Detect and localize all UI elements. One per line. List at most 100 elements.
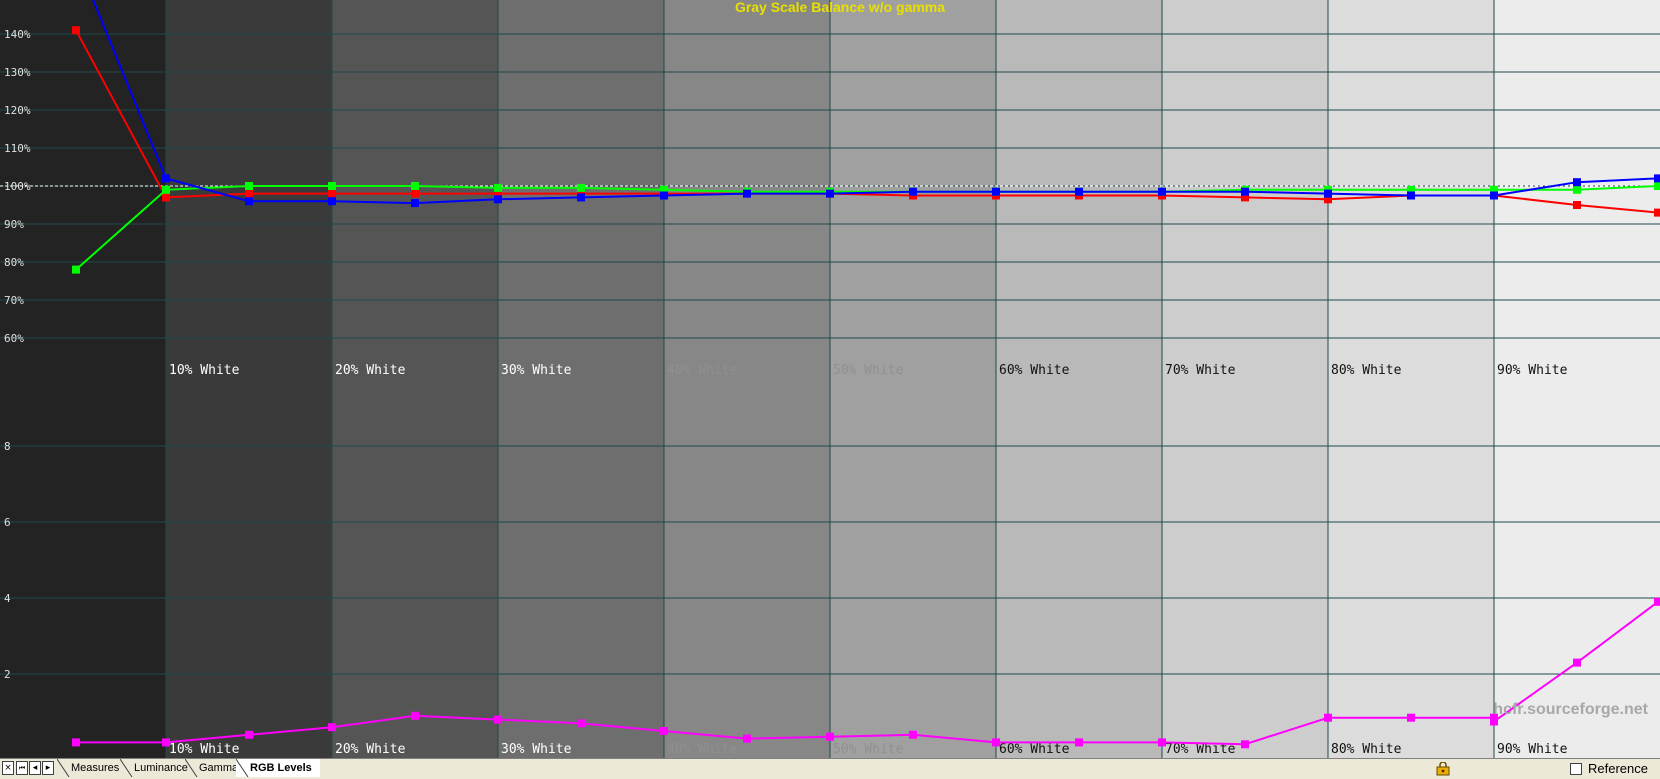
y-tick-label: 8 — [4, 440, 11, 453]
y-tick-label: 100% — [4, 180, 31, 193]
gray-band — [498, 0, 665, 758]
data-point — [72, 265, 80, 274]
data-point — [72, 738, 80, 747]
data-point — [72, 26, 80, 35]
data-point — [577, 719, 585, 728]
lower-x-axis: 10% White 20% White 30% White 40% White 50% … — [169, 742, 1568, 757]
x-tick-label: 30% White — [501, 742, 572, 757]
upper-x-axis: 10% White 20% White 30% White 40% White 50% … — [169, 363, 1568, 378]
next-page-icon[interactable]: ▸ — [42, 761, 54, 775]
x-tick-label: 30% White — [501, 363, 572, 378]
y-tick-label: 4 — [4, 592, 11, 605]
data-point — [494, 715, 502, 724]
data-point — [1573, 185, 1581, 194]
tab-edge — [236, 759, 249, 777]
data-point — [1573, 201, 1581, 209]
data-point — [411, 199, 419, 208]
x-tick-label: 70% White — [1165, 363, 1236, 378]
data-point — [992, 187, 1000, 196]
x-tick-label: 90% White — [1497, 742, 1568, 757]
data-point — [1654, 174, 1660, 183]
gray-band — [1494, 0, 1660, 758]
reference-label: Reference — [1588, 761, 1648, 776]
data-point — [245, 189, 253, 198]
data-point — [577, 183, 585, 192]
data-point — [1158, 738, 1166, 747]
data-point — [1573, 658, 1581, 667]
data-point — [743, 734, 751, 743]
first-page-icon[interactable]: ⏮ — [16, 761, 28, 775]
data-point — [1241, 740, 1249, 749]
data-point — [577, 193, 585, 202]
tab-edge — [185, 759, 198, 777]
tab-luminance-label: Luminance — [134, 762, 188, 774]
data-point — [1075, 187, 1083, 196]
prev-page-icon[interactable]: ◂ — [29, 761, 41, 775]
gray-band — [1162, 0, 1329, 758]
tab-rgb-levels[interactable]: RGB Levels — [236, 759, 320, 777]
y-tick-label: 2 — [4, 668, 11, 681]
data-point — [411, 189, 419, 198]
data-point — [1654, 208, 1660, 217]
y-tick-label: 70% — [4, 294, 24, 307]
y-tick-label: 120% — [4, 104, 31, 117]
data-point — [494, 195, 502, 204]
data-point — [1407, 191, 1415, 200]
x-tick-label: 60% White — [999, 742, 1070, 757]
data-point — [660, 727, 668, 735]
x-tick-label: 40% White — [667, 363, 738, 378]
tab-edge — [57, 759, 70, 777]
gray-band — [664, 0, 831, 758]
data-point — [162, 185, 170, 194]
data-point — [1490, 191, 1498, 200]
tab-gamma-label: Gamma — [199, 762, 239, 774]
data-point — [328, 197, 336, 206]
data-point — [162, 193, 170, 202]
data-point — [992, 738, 1000, 747]
x-tick-label: 80% White — [1331, 363, 1402, 378]
bottom-tab-bar: × ⏮ ◂ ▸ Measures Luminance Gamma RGB Lev… — [0, 758, 1660, 779]
gray-band — [1328, 0, 1495, 758]
close-icon[interactable]: × — [2, 761, 14, 775]
chart-title: Gray Scale Balance w/o gamma — [735, 0, 945, 15]
x-tick-label: 80% White — [1331, 742, 1402, 757]
y-tick-label: 60% — [4, 332, 24, 345]
data-point — [743, 189, 751, 198]
data-point — [1158, 187, 1166, 196]
y-tick-label: 140% — [4, 28, 31, 41]
tab-measures[interactable]: Measures — [57, 759, 127, 777]
x-tick-label: 90% White — [1497, 363, 1568, 378]
tab-measures-label: Measures — [71, 762, 120, 774]
data-point — [245, 182, 253, 190]
x-tick-label: 40% White — [667, 742, 738, 757]
watermark: hcfr.sourceforge.net — [1493, 701, 1648, 718]
data-point — [328, 189, 336, 198]
x-tick-label: 20% White — [335, 363, 406, 378]
data-point — [162, 174, 170, 183]
data-point — [909, 187, 917, 196]
data-point — [1654, 597, 1660, 606]
y-tick-label: 130% — [4, 66, 31, 79]
tab-luminance[interactable]: Luminance — [120, 759, 192, 777]
y-tick-label: 110% — [4, 142, 31, 155]
x-tick-label: 60% White — [999, 363, 1070, 378]
data-point — [660, 191, 668, 200]
y-tick-label: 80% — [4, 256, 24, 269]
gray-band — [166, 0, 333, 758]
reference-checkbox[interactable]: Reference — [1570, 761, 1648, 777]
lock-icon[interactable] — [1436, 762, 1450, 776]
tab-gamma[interactable]: Gamma — [185, 759, 241, 777]
data-point — [1324, 189, 1332, 198]
x-tick-label: 50% White — [833, 363, 904, 378]
gray-band — [830, 0, 997, 758]
data-point — [909, 730, 917, 739]
data-point — [826, 189, 834, 198]
x-tick-label: 10% White — [169, 363, 240, 378]
reference-checkbox-box[interactable] — [1570, 763, 1583, 775]
y-tick-label: 6 — [4, 516, 11, 529]
data-point — [245, 730, 253, 739]
data-point — [1075, 738, 1083, 747]
data-point — [328, 182, 336, 190]
data-point — [1241, 187, 1249, 196]
data-point — [328, 723, 336, 732]
